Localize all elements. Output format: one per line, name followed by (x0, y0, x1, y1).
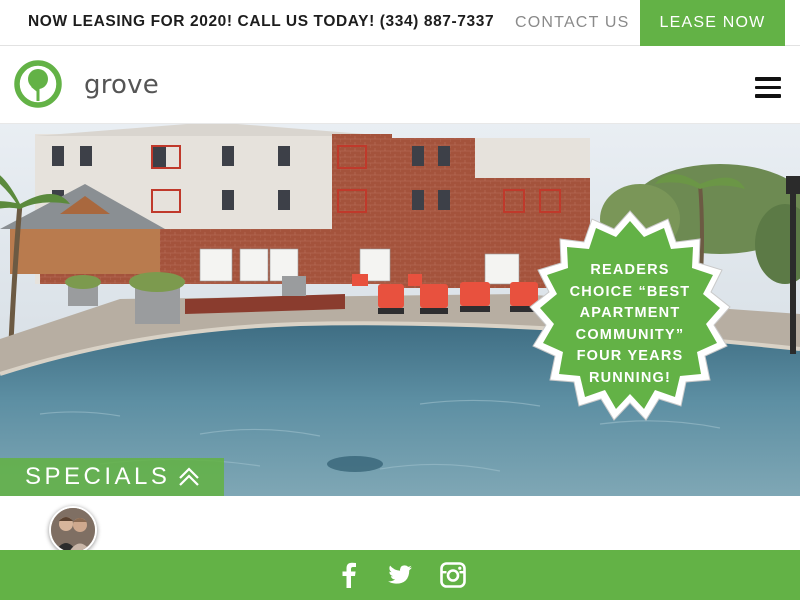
specials-label: SPECIALS (25, 463, 171, 490)
hamburger-menu-icon[interactable] (755, 77, 781, 99)
facebook-icon[interactable] (336, 562, 362, 588)
top-bar: NOW LEASING FOR 2020! CALL US TODAY! (33… (0, 0, 800, 46)
social-footer (0, 550, 800, 600)
instagram-icon[interactable] (440, 562, 466, 588)
lease-now-button[interactable]: LEASE NOW (640, 0, 785, 46)
contact-us-link[interactable]: CONTACT US (515, 14, 630, 32)
logo-wordmark: grove (84, 70, 159, 100)
award-badge-text: READERS CHOICE “BEST APARTMENT COMMUNITY… (569, 262, 691, 386)
promo-text: NOW LEASING FOR 2020! CALL US TODAY! (33… (28, 13, 495, 30)
specials-tab[interactable]: SPECIALS (0, 458, 224, 496)
grove-logo[interactable]: grove (14, 60, 159, 110)
chat-avatar[interactable] (49, 506, 97, 554)
people-photo-icon (51, 508, 95, 552)
site-header: grove (0, 46, 800, 124)
tree-logo-icon (14, 60, 62, 108)
twitter-icon[interactable] (387, 562, 413, 588)
double-chevron-up-icon (179, 467, 199, 486)
